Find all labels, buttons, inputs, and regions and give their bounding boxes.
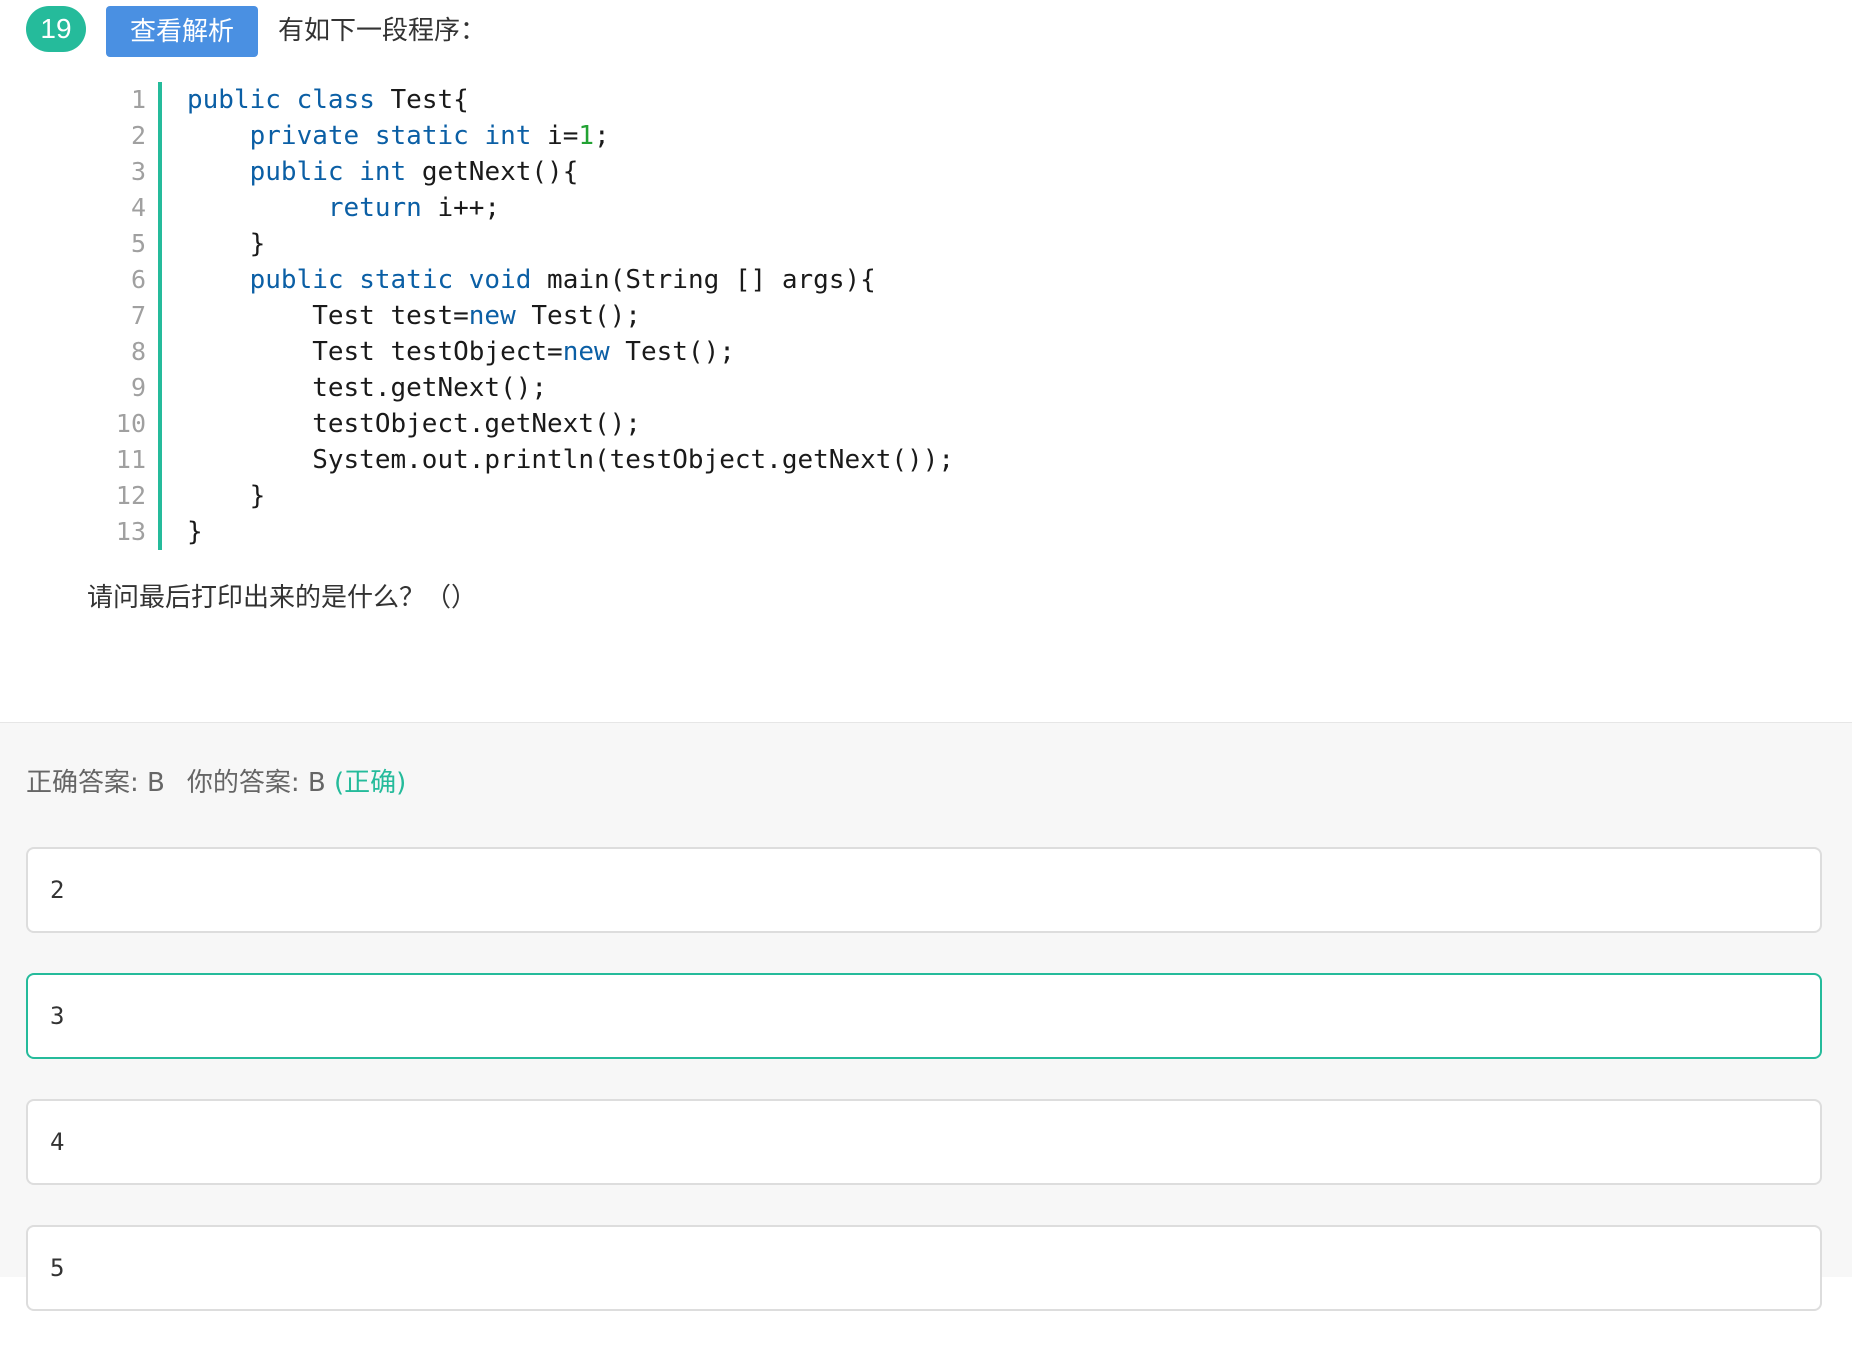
answer-section: 正确答案: B 你的答案: B (正确) 2 3 4 5 — [0, 722, 1852, 1311]
code-lines: public class Test{ private static int i=… — [187, 82, 954, 550]
answer-result-tag: (正确) — [334, 768, 407, 798]
code-line: } — [187, 481, 266, 511]
code-line: Test testObject=new Test(); — [187, 337, 735, 367]
option-b[interactable]: 3 — [26, 973, 1822, 1059]
your-answer-label: 你的答案: B — [186, 768, 326, 798]
question-intro: 有如下一段程序： — [278, 16, 487, 46]
question-header: 19 查看解析 有如下一段程序： — [0, 0, 1852, 64]
line-number-gutter: 1 2 3 4 5 6 7 8 9 10 11 12 13 — [100, 82, 162, 550]
code-line: public static void main(String [] args){ — [249, 265, 876, 295]
question-number-badge: 19 — [26, 6, 86, 52]
option-list: 2 3 4 5 — [26, 847, 1822, 1351]
code-line: System.out.println(testObject.getNext())… — [187, 445, 955, 475]
code-line: public class Test{ — [187, 85, 469, 115]
line-number: 12 — [115, 481, 146, 510]
option-d[interactable]: 5 — [26, 1225, 1822, 1311]
view-analysis-button[interactable]: 查看解析 — [106, 6, 258, 57]
code-line: private static int i=1; — [249, 121, 610, 151]
code-line: Test test=new Test(); — [187, 301, 641, 331]
code-block: 1 2 3 4 5 6 7 8 9 10 11 12 13 public cla… — [100, 82, 1100, 550]
answer-summary: 正确答案: B 你的答案: B (正确) — [26, 763, 406, 803]
code-line: public int getNext(){ — [249, 157, 579, 187]
code-line: } — [187, 517, 203, 547]
line-number: 11 — [115, 445, 146, 474]
correct-answer-label: 正确答案: B — [26, 768, 165, 798]
code-line: } — [187, 229, 266, 259]
line-number: 13 — [115, 517, 146, 546]
option-label: 5 — [50, 1254, 65, 1282]
code-line: return i++; — [327, 193, 501, 223]
line-number: 2 — [130, 121, 146, 150]
line-number: 7 — [130, 301, 146, 330]
line-number: 9 — [130, 373, 146, 402]
option-c[interactable]: 4 — [26, 1099, 1822, 1185]
option-label: 2 — [50, 876, 65, 904]
line-number: 5 — [130, 229, 146, 258]
line-number: 10 — [115, 409, 146, 438]
question-prompt: 请问最后打印出来的是什么？（） — [87, 583, 478, 613]
line-number: 4 — [130, 193, 146, 222]
code-line: test.getNext(); — [187, 373, 548, 403]
line-number: 3 — [130, 157, 146, 186]
line-number: 8 — [130, 337, 146, 366]
option-a[interactable]: 2 — [26, 847, 1822, 933]
line-number: 1 — [130, 85, 146, 114]
code-line: testObject.getNext(); — [187, 409, 641, 439]
option-label: 4 — [50, 1128, 65, 1156]
option-label: 3 — [50, 1002, 65, 1030]
line-number: 6 — [130, 265, 146, 294]
